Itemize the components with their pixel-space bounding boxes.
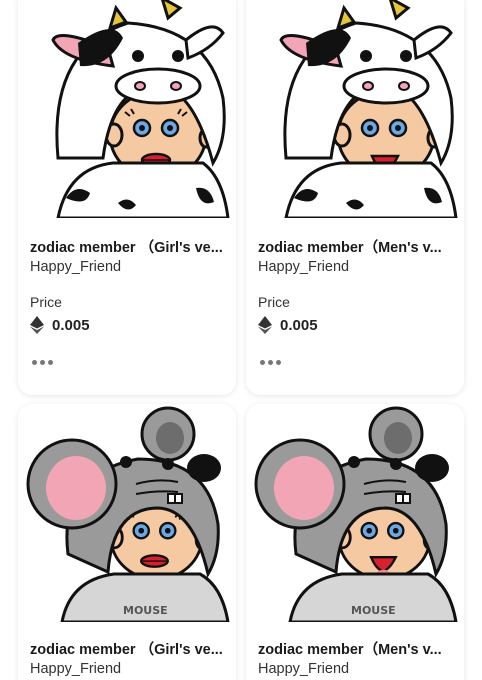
nft-name[interactable]: zodiac member （Girl's ve...: [30, 638, 230, 659]
nft-image[interactable]: [18, 0, 236, 218]
creator-name[interactable]: Happy_Friend: [258, 661, 349, 677]
nft-image[interactable]: [246, 0, 464, 218]
ethereum-icon: [30, 316, 44, 334]
creator-name[interactable]: Happy_Friend: [30, 661, 121, 677]
nft-card[interactable]: zodiac member （Girl's ve... Happy_Friend: [18, 404, 236, 680]
price-label: Price: [258, 294, 290, 310]
mouse-girl-avatar-image: [18, 404, 236, 622]
price-row: 0.005: [30, 316, 90, 334]
nft-name[interactable]: zodiac member（Men's v...: [258, 236, 458, 257]
price-row: 0.005: [258, 316, 318, 334]
nft-image[interactable]: [18, 404, 236, 622]
cow-boy-avatar-image: [246, 0, 464, 218]
nft-card[interactable]: zodiac member（Men's v... Happy_Friend: [246, 404, 464, 680]
nft-grid: zodiac member （Girl's ve... Happy_Friend…: [0, 0, 482, 680]
more-dots-icon[interactable]: [260, 360, 281, 365]
nft-card[interactable]: zodiac member （Girl's ve... Happy_Friend…: [18, 0, 236, 395]
price-value: 0.005: [52, 316, 90, 334]
more-dots-icon[interactable]: [32, 360, 53, 365]
mouse-boy-avatar-image: [246, 404, 464, 622]
creator-name[interactable]: Happy_Friend: [30, 259, 121, 275]
ethereum-icon: [258, 316, 272, 334]
nft-card[interactable]: zodiac member（Men's v... Happy_Friend Pr…: [246, 0, 464, 395]
creator-name[interactable]: Happy_Friend: [258, 259, 349, 275]
nft-image[interactable]: [246, 404, 464, 622]
price-value: 0.005: [280, 316, 318, 334]
price-label: Price: [30, 294, 62, 310]
cow-girl-avatar-image: [18, 0, 236, 218]
nft-name[interactable]: zodiac member（Men's v...: [258, 638, 458, 659]
nft-name[interactable]: zodiac member （Girl's ve...: [30, 236, 230, 257]
